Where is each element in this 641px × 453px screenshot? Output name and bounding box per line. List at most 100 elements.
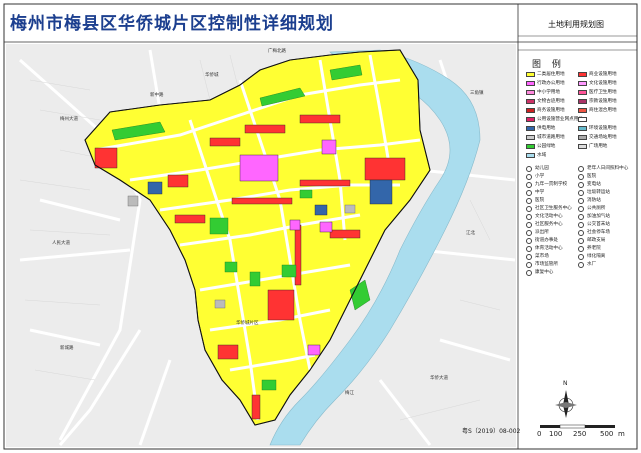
legend-label: 公用设施营业网点用地 xyxy=(537,116,583,122)
legend-label: 消防站 xyxy=(587,198,601,203)
scale-bar xyxy=(540,424,615,429)
map-title: 梅州市梅县区华侨城片区控制性详细规划 xyxy=(10,14,334,34)
north-arrow-icon xyxy=(555,390,577,418)
legend-swatch xyxy=(526,90,535,95)
health-center-icon xyxy=(526,206,532,212)
substation-icon xyxy=(578,182,584,188)
green-buffer-icon xyxy=(578,254,584,260)
legend-swatch xyxy=(578,135,587,140)
legend-swatch xyxy=(526,117,535,122)
legend-label: 老年人日间照料中心 xyxy=(587,166,629,171)
school-icon xyxy=(526,182,532,188)
water-plant-icon xyxy=(578,262,584,268)
place-label: 梅州大道 xyxy=(60,117,78,122)
sports-center-icon xyxy=(526,246,532,252)
legend-swatch xyxy=(526,126,535,131)
post-office-icon xyxy=(578,238,584,244)
place-label: 人民大道 xyxy=(52,241,70,246)
legend-swatch xyxy=(578,81,587,86)
legend-label: 邮政支局 xyxy=(587,238,606,243)
market-icon xyxy=(526,254,532,260)
legend-label: 水厂 xyxy=(587,262,597,267)
scale-tick: 500 xyxy=(600,430,614,438)
legend-swatch xyxy=(526,144,535,149)
legend-label: 公共厕所 xyxy=(587,206,606,211)
toilet-icon xyxy=(578,206,584,212)
place-label: 三角镇 xyxy=(470,91,484,96)
legend-label: 绿化隔离 xyxy=(587,254,606,259)
place-label: 江北 xyxy=(466,231,475,236)
legend-swatch xyxy=(578,108,587,113)
legend-title: 图 例 xyxy=(532,60,565,70)
scale-tick: 250 xyxy=(573,430,587,438)
legend-swatch xyxy=(578,117,587,122)
legend-label: 康复中心 xyxy=(535,270,554,275)
rehab-center-icon xyxy=(526,270,532,276)
commercial-block xyxy=(364,157,406,181)
legend-swatch xyxy=(578,144,587,149)
legend-label: 体育活动中心 xyxy=(535,246,563,251)
subdistrict-office-icon xyxy=(526,238,532,244)
map-sheet: 梅州市梅县区华侨城片区控制性详细规划 土地利用规划图 图 例 二类居住用地 商业设… xyxy=(0,0,641,453)
culture-center-icon xyxy=(526,214,532,220)
legend-label: 垃圾转运站 xyxy=(587,190,610,195)
legend-label: 城市道路用地 xyxy=(537,134,565,140)
legend-label: 社会停车场 xyxy=(587,230,610,235)
legend-label: 商务设施用地 xyxy=(537,107,565,113)
legend-label: 菜市场 xyxy=(535,254,549,259)
primary-school-icon xyxy=(526,174,532,180)
legend-swatch xyxy=(578,99,587,104)
legend-label: 变电站 xyxy=(587,182,601,187)
drawing-code: 粤S（2019）08-002 xyxy=(462,428,521,435)
police-icon xyxy=(526,230,532,236)
legend-swatch xyxy=(526,99,535,104)
place-label: 华侨城片区 xyxy=(236,321,259,326)
middle-school-icon xyxy=(526,190,532,196)
legend-label: 商业设施用地 xyxy=(589,71,617,77)
legend-label: 交通场站用地 xyxy=(589,134,617,140)
legend-label: 小学 xyxy=(535,174,545,179)
community-center-icon xyxy=(526,222,532,228)
legend-swatch xyxy=(526,135,535,140)
legend-label: 文物古迹用地 xyxy=(537,98,565,104)
legend-label: 市场监管所 xyxy=(535,262,558,267)
elderly-center-icon xyxy=(578,166,584,172)
legend-swatch xyxy=(526,153,535,158)
hospital-icon xyxy=(578,174,584,180)
legend-swatch xyxy=(526,81,535,86)
legend-label: 公交首末站 xyxy=(587,222,610,227)
legend-swatch xyxy=(526,72,535,77)
legend-label: 水域 xyxy=(537,152,547,158)
legend-label: 医院 xyxy=(535,198,545,203)
legend-label: 文化设施用地 xyxy=(589,80,617,86)
commercial-parcel xyxy=(94,147,118,169)
scale-unit: m xyxy=(618,430,625,438)
legend-label: 环境设施用地 xyxy=(589,125,617,131)
legend-label: 商住混合用地 xyxy=(589,107,617,113)
gas-station-icon xyxy=(578,214,584,220)
legend-swatch xyxy=(578,72,587,77)
legend-label: 养老院 xyxy=(587,246,601,251)
bus-terminal-icon xyxy=(578,222,584,228)
legend-swatch xyxy=(578,126,587,131)
legend-label: 医疗卫生用地 xyxy=(589,89,617,95)
fire-station-icon xyxy=(578,198,584,204)
legend-label: 社区服务中心 xyxy=(535,222,563,227)
place-label: 新城路 xyxy=(60,346,74,351)
regulation-icon xyxy=(526,262,532,268)
legend-label: 中学 xyxy=(535,190,545,195)
legend-label: 宗教设施用地 xyxy=(589,98,617,104)
place-label: 梅江 xyxy=(345,391,354,396)
legend-label: 二类居住用地 xyxy=(537,71,565,77)
legend-label: 文化活动中心 xyxy=(535,214,563,219)
legend-label: 九年一贯制学校 xyxy=(535,182,568,187)
legend-label: 街道办事处 xyxy=(535,238,558,243)
nursing-home-icon xyxy=(578,246,584,252)
legend-label: 派出所 xyxy=(535,230,549,235)
legend-label: 医院 xyxy=(587,174,597,179)
legend-label: 供电用地 xyxy=(537,125,556,131)
waste-station-icon xyxy=(578,190,584,196)
legend-label: 中小学用地 xyxy=(537,89,560,95)
legend-label: 加油加气站 xyxy=(587,214,610,219)
parking-icon xyxy=(578,230,584,236)
